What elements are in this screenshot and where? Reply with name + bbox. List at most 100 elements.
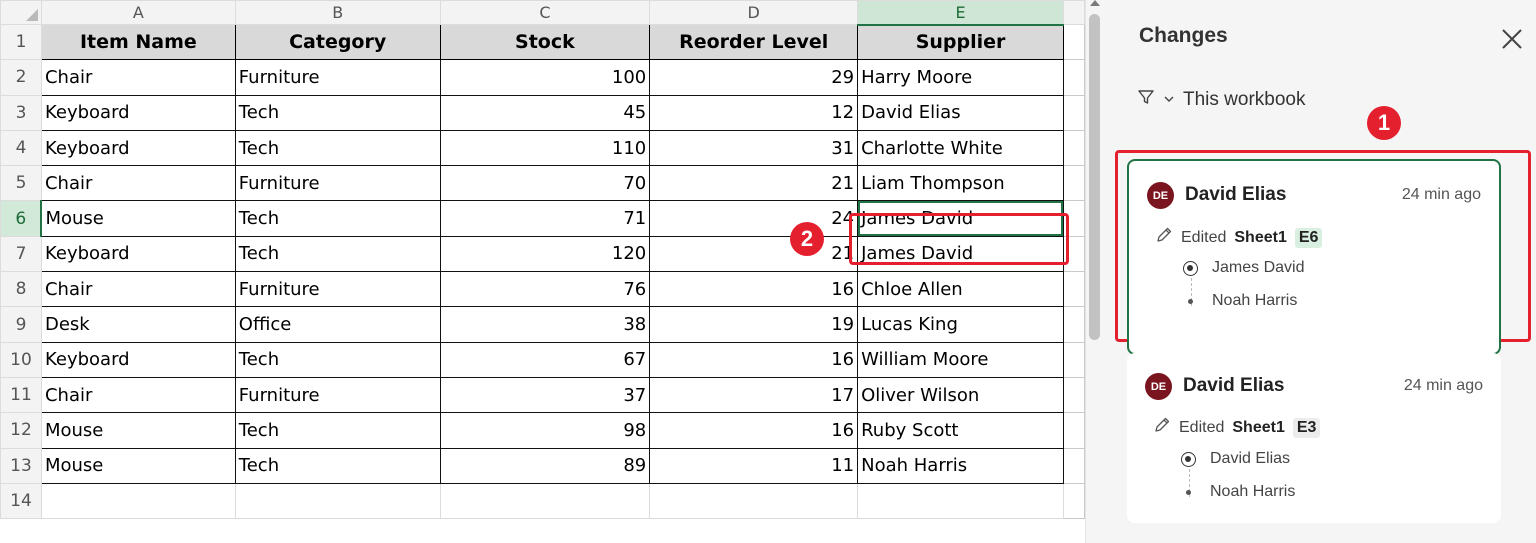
empty-cell[interactable]	[1062, 271, 1085, 308]
cell-supplier[interactable]: Noah Harris	[857, 447, 1064, 484]
empty-cell[interactable]	[1062, 94, 1085, 131]
cell-supplier[interactable]: Liam Thompson	[857, 165, 1064, 202]
header-cell-item-name[interactable]: Item Name	[40, 23, 236, 61]
column-header-b[interactable]: B	[234, 0, 441, 25]
cell-reorder-level[interactable]: 12	[649, 94, 859, 131]
cell-supplier[interactable]: Charlotte White	[857, 129, 1064, 167]
row-header[interactable]: 12	[0, 412, 42, 449]
cell-stock[interactable]: 110	[439, 129, 651, 167]
cell-reorder-level[interactable]: 31	[649, 129, 859, 167]
cell-supplier[interactable]: William Moore	[857, 341, 1064, 378]
empty-cell[interactable]	[439, 482, 651, 520]
row-header[interactable]: 3	[0, 94, 42, 131]
cell-category[interactable]: Office	[234, 306, 441, 343]
column-header-d[interactable]: D	[649, 0, 859, 25]
cell-category[interactable]: Tech	[234, 235, 441, 273]
header-cell-stock[interactable]: Stock	[439, 23, 651, 61]
row-header[interactable]: 10	[0, 341, 42, 378]
empty-cell[interactable]	[234, 482, 441, 520]
empty-cell[interactable]	[857, 482, 1064, 520]
cell-supplier[interactable]: David Elias	[857, 94, 1064, 131]
cell-supplier[interactable]: Oliver Wilson	[857, 376, 1064, 414]
cell-stock[interactable]: 100	[439, 59, 651, 96]
empty-cell[interactable]	[1062, 341, 1085, 378]
row-header[interactable]: 13	[0, 447, 42, 484]
cell-reference[interactable]: E3	[1292, 417, 1321, 438]
empty-cell[interactable]	[1062, 376, 1085, 414]
cell-category[interactable]: Tech	[234, 341, 441, 378]
column-header-e[interactable]: E	[857, 0, 1064, 26]
row-header[interactable]: 14	[0, 482, 42, 520]
cell-stock[interactable]: 71	[439, 200, 651, 237]
cell-supplier[interactable]: Lucas King	[857, 306, 1064, 343]
cell-reorder-level[interactable]: 19	[649, 306, 859, 343]
empty-cell[interactable]	[649, 482, 859, 520]
empty-cell[interactable]	[1062, 23, 1085, 61]
cell-stock[interactable]: 67	[439, 341, 651, 378]
close-icon[interactable]	[1499, 26, 1525, 52]
cell-supplier[interactable]: Ruby Scott	[857, 412, 1064, 449]
cell-reorder-level[interactable]: 16	[649, 341, 859, 378]
cell-supplier[interactable]: Harry Moore	[857, 59, 1064, 96]
cell-stock[interactable]: 120	[439, 235, 651, 273]
cell-reorder-level[interactable]: 16	[649, 271, 859, 308]
empty-cell[interactable]	[40, 482, 236, 520]
empty-cell[interactable]	[1062, 129, 1085, 167]
cell-reorder-level[interactable]: 29	[649, 59, 859, 96]
filter-dropdown[interactable]: This workbook	[1137, 88, 1306, 111]
change-card-selected[interactable]: DE David Elias 24 min ago Edited Sheet1 …	[1127, 159, 1501, 355]
vertical-scrollbar[interactable]	[1085, 0, 1104, 543]
empty-cell[interactable]	[1062, 59, 1085, 96]
cell-stock[interactable]: 98	[439, 412, 651, 449]
cell-category[interactable]: Tech	[234, 412, 441, 449]
cell-category[interactable]: Tech	[234, 129, 441, 167]
cell-reorder-level[interactable]: 21	[649, 165, 859, 202]
cell-category[interactable]: Furniture	[234, 376, 441, 414]
cell-item-name[interactable]: Chair	[40, 376, 236, 414]
cell-item-name[interactable]: Desk	[40, 306, 236, 343]
cell-reference[interactable]: E6	[1294, 227, 1323, 248]
cell-item-name[interactable]: Keyboard	[40, 341, 236, 378]
cell-stock[interactable]: 37	[439, 376, 651, 414]
cell-item-name[interactable]: Chair	[40, 271, 236, 308]
empty-cell[interactable]	[1062, 306, 1085, 343]
header-cell-supplier[interactable]: Supplier	[857, 23, 1064, 61]
header-cell-reorder-level[interactable]: Reorder Level	[649, 23, 859, 61]
cell-item-name[interactable]: Mouse	[40, 200, 236, 237]
cell-item-name[interactable]: Keyboard	[40, 129, 236, 167]
empty-cell[interactable]	[1062, 482, 1085, 520]
cell-stock[interactable]: 38	[439, 306, 651, 343]
cell-item-name[interactable]: Chair	[40, 59, 236, 96]
cell-item-name[interactable]: Keyboard	[40, 94, 236, 131]
select-all-icon[interactable]	[0, 0, 42, 25]
row-header[interactable]: 4	[0, 129, 42, 167]
empty-cell[interactable]	[1062, 412, 1085, 449]
row-header[interactable]: 7	[0, 235, 42, 273]
cell-category[interactable]: Tech	[234, 94, 441, 131]
column-header-blank[interactable]	[1062, 0, 1085, 25]
row-header-selected[interactable]: 6	[0, 200, 43, 237]
column-header-a[interactable]: A	[40, 0, 236, 25]
cell-reorder-level[interactable]: 16	[649, 412, 859, 449]
cell-item-name[interactable]: Chair	[40, 165, 236, 202]
empty-cell[interactable]	[1062, 447, 1085, 484]
row-header[interactable]: 1	[0, 23, 42, 61]
empty-cell[interactable]	[1062, 165, 1085, 202]
cell-category[interactable]: Furniture	[234, 165, 441, 202]
cell-category[interactable]: Tech	[234, 447, 441, 484]
cell-item-name[interactable]: Mouse	[40, 412, 236, 449]
cell-reorder-level[interactable]: 17	[649, 376, 859, 414]
cell-stock[interactable]: 89	[439, 447, 651, 484]
scrollbar-thumb[interactable]	[1089, 14, 1100, 340]
cell-category[interactable]: Furniture	[234, 59, 441, 96]
cell-reorder-level[interactable]: 21	[649, 235, 859, 273]
cell-stock[interactable]: 76	[439, 271, 651, 308]
cell-stock[interactable]: 70	[439, 165, 651, 202]
cell-reorder-level[interactable]: 24	[649, 200, 859, 237]
scroll-up-icon[interactable]	[1090, 0, 1100, 6]
change-card[interactable]: DE David Elias 24 min ago Edited Sheet1 …	[1127, 353, 1501, 523]
cell-category[interactable]: Furniture	[234, 271, 441, 308]
row-header[interactable]: 2	[0, 59, 42, 96]
cell-stock[interactable]: 45	[439, 94, 651, 131]
cell-item-name[interactable]: Keyboard	[40, 235, 236, 273]
